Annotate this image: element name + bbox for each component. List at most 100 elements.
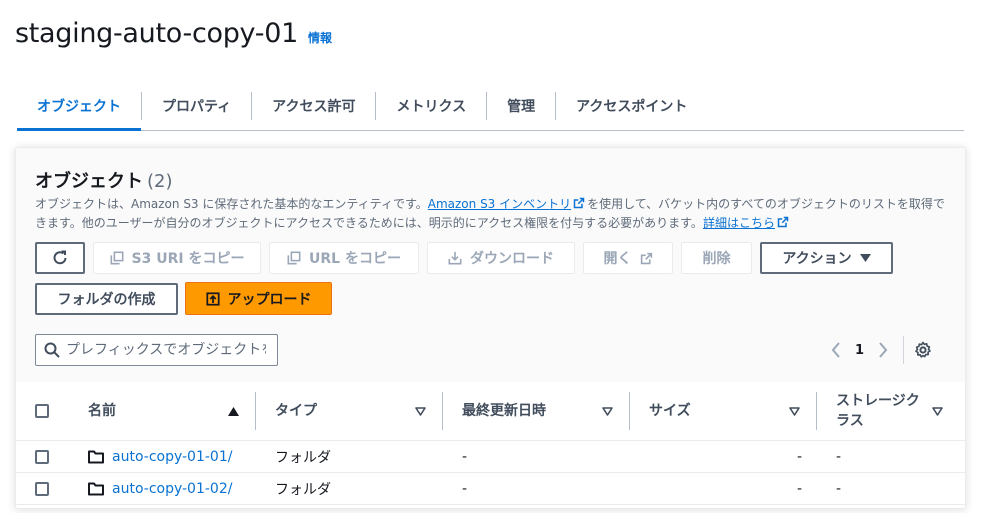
column-divider bbox=[255, 392, 256, 430]
tab-management[interactable]: 管理 bbox=[487, 86, 555, 126]
object-name-link[interactable]: auto-copy-01-02/ bbox=[112, 481, 232, 497]
header-cell bbox=[16, 382, 68, 441]
size-cell: - bbox=[629, 440, 816, 473]
storage-class-cell: - bbox=[816, 472, 965, 505]
create-folder-button[interactable]: フォルダの作成 bbox=[35, 283, 178, 315]
external-link-icon bbox=[640, 252, 652, 264]
column-last-modified-label: 最終更新日時 bbox=[462, 403, 546, 419]
type-cell: フォルダ bbox=[255, 440, 442, 473]
copy-s3-uri-label: S3 URI をコピー bbox=[131, 251, 245, 267]
object-name-link[interactable]: auto-copy-01-01/ bbox=[112, 449, 232, 465]
tab-metrics[interactable]: メトリクス bbox=[376, 86, 486, 126]
column-size-label: サイズ bbox=[649, 403, 691, 419]
copy-url-label: URL をコピー bbox=[309, 251, 401, 267]
tab-objects[interactable]: オブジェクト bbox=[17, 86, 141, 131]
pagination: 1 bbox=[826, 336, 932, 364]
objects-table: 名前 タイプ 最終更新日時 サイズ ストレージクラス auto-copy-01-… bbox=[16, 382, 965, 505]
open-button[interactable]: 開く bbox=[583, 242, 673, 274]
column-header-last-modified[interactable]: 最終更新日時 bbox=[442, 382, 629, 441]
column-header-type[interactable]: タイプ bbox=[255, 382, 442, 441]
details-link[interactable]: 詳細はこちら bbox=[703, 216, 775, 230]
inventory-link[interactable]: Amazon S3 インベントリ bbox=[428, 197, 571, 211]
name-cell: auto-copy-01-01/ bbox=[68, 440, 255, 473]
object-type: フォルダ bbox=[275, 449, 331, 466]
external-link-icon bbox=[777, 216, 789, 228]
select-all-checkbox[interactable] bbox=[35, 404, 49, 418]
tab-properties[interactable]: プロパティ bbox=[142, 86, 251, 126]
last-modified-cell: - bbox=[442, 472, 629, 505]
size-cell: - bbox=[629, 472, 816, 505]
column-storage-class-label: ストレージクラス bbox=[836, 393, 920, 429]
column-type-label: タイプ bbox=[275, 403, 317, 419]
row-select-cell bbox=[16, 472, 68, 505]
sort-icon bbox=[415, 406, 426, 416]
actions-dropdown[interactable]: アクション bbox=[760, 242, 893, 274]
search-icon bbox=[44, 342, 60, 358]
upload-button[interactable]: アップロード bbox=[185, 282, 332, 315]
object-type: フォルダ bbox=[275, 481, 331, 498]
objects-heading: オブジェクト (2) bbox=[35, 167, 173, 193]
column-divider bbox=[629, 392, 630, 430]
gear-icon bbox=[915, 341, 931, 358]
chevron-left-icon bbox=[831, 342, 840, 358]
caret-down-icon bbox=[859, 254, 871, 262]
tab-bar: オブジェクト プロパティ アクセス許可 メトリクス 管理 アクセスポイント bbox=[17, 82, 964, 131]
column-header-name[interactable]: 名前 bbox=[68, 382, 255, 441]
table-row[interactable]: auto-copy-01-02/ フォルダ - - - bbox=[16, 472, 965, 505]
row-checkbox[interactable] bbox=[35, 449, 49, 464]
objects-description: オブジェクトは、Amazon S3 に保存された基本的なエンティティです。Ama… bbox=[35, 195, 945, 233]
object-last-modified: - bbox=[462, 448, 468, 465]
objects-count: (2) bbox=[147, 171, 173, 192]
objects-panel: オブジェクト (2) オブジェクトは、Amazon S3 に保存された基本的なエン… bbox=[16, 148, 965, 508]
storage-class-cell: - bbox=[816, 440, 965, 473]
previous-page-button[interactable] bbox=[826, 342, 846, 358]
page-title: staging-auto-copy-01 bbox=[15, 18, 298, 49]
row-select-cell bbox=[16, 440, 68, 473]
column-divider bbox=[442, 392, 443, 430]
next-page-button[interactable] bbox=[873, 342, 893, 358]
object-storage-class: - bbox=[836, 448, 842, 465]
folder-icon bbox=[88, 482, 104, 495]
copy-icon bbox=[110, 251, 124, 265]
copy-icon bbox=[287, 251, 301, 265]
copy-url-button[interactable]: URL をコピー bbox=[269, 242, 419, 274]
table-preferences-button[interactable] bbox=[914, 341, 932, 359]
table-header-row: 名前 タイプ 最終更新日時 サイズ ストレージクラス bbox=[16, 382, 965, 441]
sort-icon bbox=[932, 406, 943, 416]
pager-divider bbox=[903, 336, 905, 364]
search-input[interactable] bbox=[66, 342, 266, 358]
external-link-icon bbox=[573, 197, 585, 209]
folder-icon bbox=[88, 450, 104, 463]
refresh-button[interactable] bbox=[35, 242, 85, 274]
chevron-right-icon bbox=[879, 342, 888, 358]
current-page-number[interactable]: 1 bbox=[855, 343, 864, 358]
page-header: staging-auto-copy-01 情報 bbox=[15, 18, 332, 49]
description-text: オブジェクトは、Amazon S3 に保存された基本的なエンティティです。 bbox=[35, 197, 428, 211]
info-link[interactable]: 情報 bbox=[308, 29, 332, 46]
type-cell: フォルダ bbox=[255, 472, 442, 505]
column-header-size[interactable]: サイズ bbox=[629, 382, 816, 441]
tab-permissions[interactable]: アクセス許可 bbox=[252, 86, 375, 126]
download-button[interactable]: ダウンロード bbox=[427, 242, 575, 274]
actions-label: アクション bbox=[782, 251, 852, 267]
sort-icon bbox=[602, 406, 613, 416]
column-divider bbox=[816, 392, 817, 430]
open-label: 開く bbox=[603, 251, 632, 267]
upload-label: アップロード bbox=[227, 291, 312, 308]
table-row[interactable]: auto-copy-01-01/ フォルダ - - - bbox=[16, 440, 965, 473]
column-header-storage-class[interactable]: ストレージクラス bbox=[816, 382, 965, 441]
download-icon bbox=[448, 251, 462, 265]
tab-access-points[interactable]: アクセスポイント bbox=[556, 86, 707, 126]
last-modified-cell: - bbox=[442, 440, 629, 473]
sort-ascending-icon bbox=[228, 406, 239, 416]
copy-s3-uri-button[interactable]: S3 URI をコピー bbox=[93, 242, 261, 274]
download-label: ダウンロード bbox=[470, 251, 554, 267]
objects-heading-label: オブジェクト bbox=[35, 171, 143, 192]
search-box bbox=[35, 334, 278, 366]
upload-icon bbox=[205, 291, 220, 306]
sort-icon bbox=[789, 406, 800, 416]
create-folder-label: フォルダの作成 bbox=[57, 292, 156, 308]
object-storage-class: - bbox=[836, 480, 842, 497]
delete-button[interactable]: 削除 bbox=[681, 242, 752, 274]
row-checkbox[interactable] bbox=[35, 481, 49, 496]
